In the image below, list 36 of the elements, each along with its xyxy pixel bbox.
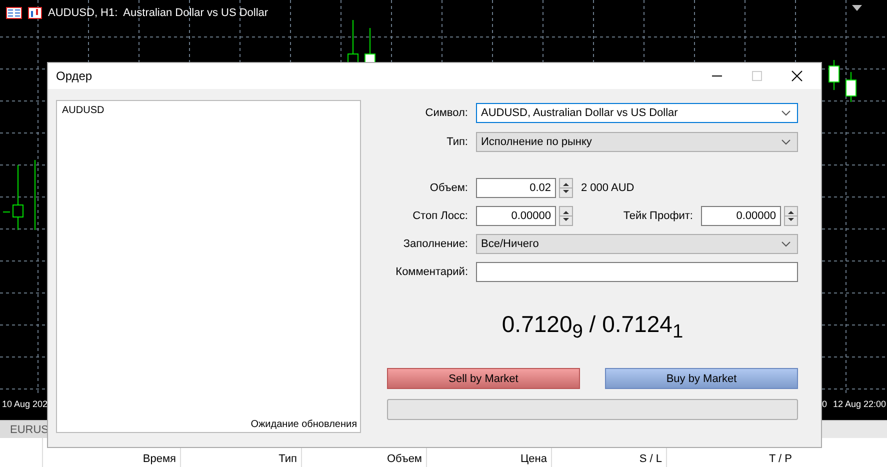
spinner-control[interactable] — [559, 178, 573, 198]
chart-icon — [28, 7, 42, 19]
field-label: Заполнение: — [402, 238, 468, 250]
type-select[interactable]: Исполнение по рынку — [476, 132, 798, 152]
filling-select[interactable]: Все/Ничего — [476, 234, 798, 254]
field-label: Стоп Лосс: — [412, 210, 468, 222]
time-label: 0 — [822, 399, 828, 409]
field-label: Символ: — [424, 107, 468, 119]
field-label: Комментарий: — [394, 266, 468, 278]
table-icon — [6, 7, 22, 19]
triangle-icon — [852, 5, 862, 11]
symbol-select[interactable]: AUDUSD, Australian Dollar vs US Dollar — [476, 103, 798, 123]
price-quote: 0.7120$_{9}$ / 0.7124$_{1}$ — [502, 311, 684, 337]
buy-button[interactable]: Buy by Market — [605, 368, 798, 389]
time-label: 12 Aug 22:00 — [832, 399, 886, 409]
volume-note: 2 000 AUD — [581, 182, 634, 194]
dialog-title: Ордер — [56, 69, 94, 83]
sell-button[interactable]: Sell by Market — [387, 368, 580, 389]
field-label: Тейк Профит: — [622, 210, 693, 222]
comment-field[interactable] — [476, 262, 798, 282]
field-label: Объем: — [428, 182, 468, 194]
spinner-control[interactable] — [559, 206, 573, 226]
chevron-down-icon — [781, 241, 791, 247]
stop-loss-field[interactable]: 0.00000 — [476, 206, 556, 226]
symbol-name: AUDUSD — [62, 105, 104, 116]
spinner-control[interactable] — [784, 206, 798, 226]
chart-title: AUDUSD, H1: Australian Dollar vs US Dollar — [48, 7, 268, 19]
time-label: 10 Aug 202 — [2, 399, 48, 409]
take-profit-field[interactable]: 0.00000 — [701, 206, 781, 226]
volume-field[interactable]: 0.02 — [476, 178, 556, 198]
chevron-down-icon — [781, 139, 791, 145]
close-icon — [791, 70, 803, 82]
maximize-icon — [752, 71, 762, 81]
field-label: Тип: — [446, 136, 468, 148]
status-text: Ожидание обновления — [250, 419, 357, 430]
chevron-down-icon — [781, 110, 791, 116]
